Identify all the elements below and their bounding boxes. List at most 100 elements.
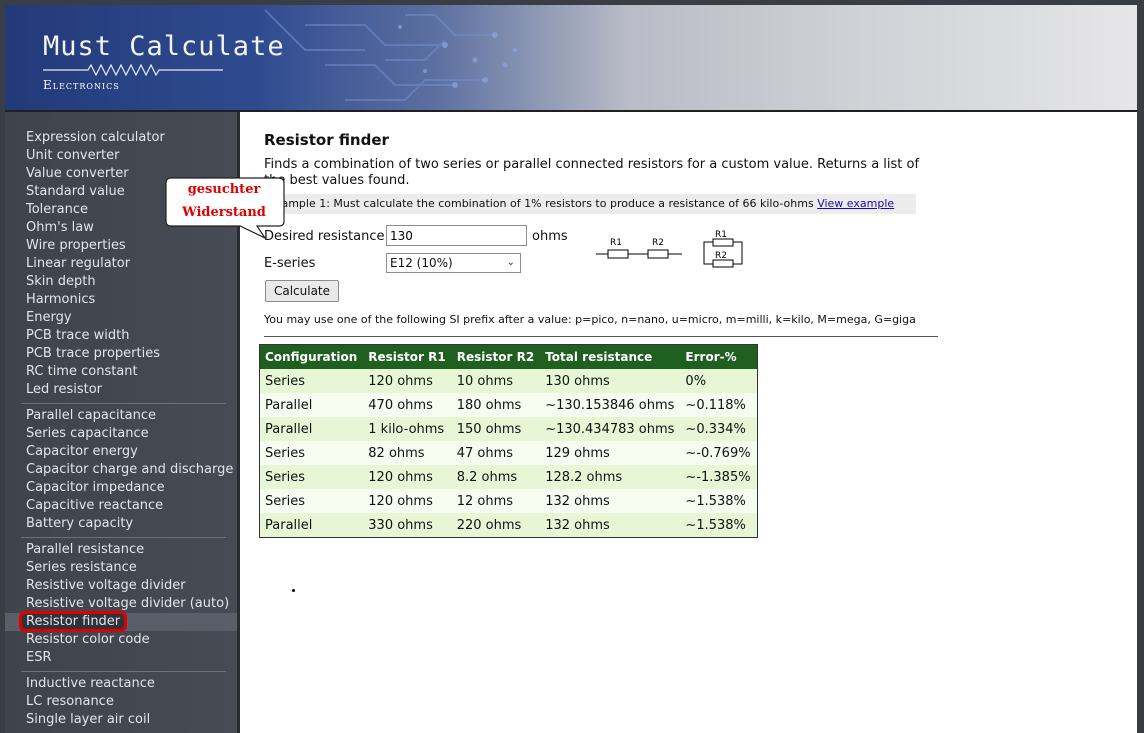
sidebar-item-capacitor-charge-discharge[interactable]: Capacitor charge and discharge — [5, 461, 237, 479]
sidebar-item-esr[interactable]: ESR — [5, 649, 237, 667]
example-bar: Example 1: Must calculate the combinatio… — [264, 194, 916, 214]
table-row: Series 120 ohms 12 ohms 132 ohms ~1.538% — [259, 489, 758, 513]
sidebar-item-resistor-color-code[interactable]: Resistor color code — [5, 631, 237, 649]
intro-text: Finds a combination of two series or par… — [264, 157, 920, 188]
nav-group-general: Expression calculator Unit converter Val… — [5, 129, 237, 399]
table-row: Parallel 1 kilo-ohms 150 ohms ~130.43478… — [259, 417, 758, 441]
nav-group-capacitance: Parallel capacitance Series capacitance … — [5, 407, 237, 533]
column-header: Resistor R2 — [451, 344, 541, 369]
table-cell: 120 ohms — [363, 369, 452, 393]
nav-divider — [21, 537, 226, 538]
eseries-selected-value: E12 (10%) — [390, 256, 453, 270]
table-cell: 130 ohms — [540, 369, 681, 393]
table-cell: ~0.334% — [680, 417, 758, 441]
site-header: Must Calculate Electronics — [5, 5, 1137, 112]
table-cell: 120 ohms — [363, 489, 452, 513]
sidebar-item-skin-depth[interactable]: Skin depth — [5, 273, 237, 291]
sidebar-item-battery-capacity[interactable]: Battery capacity — [5, 515, 237, 533]
table-cell: 330 ohms — [363, 513, 452, 538]
sidebar-item-resistive-voltage-divider-auto[interactable]: Resistive voltage divider (auto) — [5, 595, 237, 613]
table-row: Series 82 ohms 47 ohms 129 ohms ~-0.769% — [259, 441, 758, 465]
sidebar-item-series-resistance[interactable]: Series resistance — [5, 559, 237, 577]
table-cell: 12 ohms — [451, 489, 541, 513]
callout-line-2: Widerstand — [182, 205, 266, 220]
table-cell: 150 ohms — [451, 417, 541, 441]
sidebar-item-resistive-voltage-divider[interactable]: Resistive voltage divider — [5, 577, 237, 595]
table-header-row: Configuration Resistor R1 Resistor R2 To… — [259, 344, 758, 369]
sidebar-item-rc-time-constant[interactable]: RC time constant — [5, 363, 237, 381]
table-cell: 132 ohms — [540, 513, 681, 538]
table-cell: 10 ohms — [451, 369, 541, 393]
table-cell: ~130.434783 ohms — [540, 417, 681, 441]
table-row: Parallel 470 ohms 180 ohms ~130.153846 o… — [259, 393, 758, 417]
table-cell: ~130.153846 ohms — [540, 393, 681, 417]
parallel-circuit-diagram: R1 R2 — [703, 230, 743, 268]
sidebar-item-inductive-reactance[interactable]: Inductive reactance — [5, 675, 237, 693]
sidebar-item-expression-calculator[interactable]: Expression calculator — [5, 129, 237, 147]
table-row: Parallel 330 ohms 220 ohms 132 ohms ~1.5… — [259, 513, 758, 538]
sidebar-item-lc-resonance[interactable]: LC resonance — [5, 693, 237, 711]
table-cell: 132 ohms — [540, 489, 681, 513]
table-cell: 8.2 ohms — [451, 465, 541, 489]
desired-resistance-input[interactable] — [386, 225, 527, 246]
column-header: Total resistance — [540, 344, 681, 369]
table-cell: ~-1.385% — [680, 465, 758, 489]
sidebar-item-linear-regulator[interactable]: Linear regulator — [5, 255, 237, 273]
nav-group-inductance: Inductive reactance LC resonance Single … — [5, 675, 237, 729]
table-cell: 0% — [680, 369, 758, 393]
calculate-button[interactable]: Calculate — [265, 280, 339, 302]
sidebar-item-series-capacitance[interactable]: Series capacitance — [5, 425, 237, 443]
view-example-link[interactable]: View example — [817, 197, 894, 210]
column-header: Error-% — [680, 344, 758, 369]
sidebar-item-parallel-resistance[interactable]: Parallel resistance — [5, 541, 237, 559]
table-cell: 47 ohms — [451, 441, 541, 465]
table-cell: Parallel — [259, 513, 364, 538]
table-cell: 180 ohms — [451, 393, 541, 417]
table-cell: 129 ohms — [540, 441, 681, 465]
table-cell: 82 ohms — [363, 441, 452, 465]
annotation-callout: gesuchter Widerstand — [165, 176, 285, 240]
divider — [264, 336, 938, 337]
table-cell: 1 kilo-ohms — [363, 417, 452, 441]
eseries-select[interactable]: E12 (10%) ⌄ — [386, 253, 521, 273]
sidebar-item-resistor-finder[interactable]: Resistor finder — [5, 611, 237, 632]
callout-text: gesuchter Widerstand — [165, 178, 283, 224]
table-cell: ~1.538% — [680, 489, 758, 513]
sidebar-item-parallel-capacitance[interactable]: Parallel capacitance — [5, 407, 237, 425]
table-cell: Series — [259, 441, 364, 465]
sidebar-item-capacitor-energy[interactable]: Capacitor energy — [5, 443, 237, 461]
site-logo-title[interactable]: Must Calculate — [43, 31, 285, 62]
table-cell: 470 ohms — [363, 393, 452, 417]
chevron-down-icon: ⌄ — [506, 257, 515, 268]
series-r1-label: R1 — [610, 238, 622, 248]
sidebar-item-harmonics[interactable]: Harmonics — [5, 291, 237, 309]
sidebar-item-pcb-trace-width[interactable]: PCB trace width — [5, 327, 237, 345]
sidebar-item-label: Resistor finder — [18, 611, 128, 632]
series-circuit-diagram: R1 R2 — [596, 238, 682, 259]
sidebar-item-unit-converter[interactable]: Unit converter — [5, 147, 237, 165]
site-logo-subtitle: Electronics — [43, 78, 120, 92]
column-header: Resistor R1 — [363, 344, 452, 369]
table-cell: Parallel — [259, 417, 364, 441]
table-cell: Series — [259, 465, 364, 489]
table-cell: Parallel — [259, 393, 364, 417]
si-prefix-note: You may use one of the following SI pref… — [264, 313, 916, 326]
sidebar-item-energy[interactable]: Energy — [5, 309, 237, 327]
series-r2-label: R2 — [652, 238, 664, 248]
nav-divider — [21, 403, 226, 404]
nav-divider — [21, 671, 226, 672]
sidebar-item-capacitor-impedance[interactable]: Capacitor impedance — [5, 479, 237, 497]
sidebar-item-capacitive-reactance[interactable]: Capacitive reactance — [5, 497, 237, 515]
sidebar-item-single-layer-air-coil[interactable]: Single layer air coil — [5, 711, 237, 729]
nav-group-resistance: Parallel resistance Series resistance Re… — [5, 541, 237, 667]
column-header: Configuration — [259, 344, 364, 369]
table-cell: 120 ohms — [363, 465, 452, 489]
resistor-wave-icon — [43, 64, 223, 76]
example-text: Example 1: Must calculate the combinatio… — [268, 197, 814, 210]
table-cell: Series — [259, 369, 364, 393]
table-cell: Series — [259, 489, 364, 513]
table-row: Series 120 ohms 10 ohms 130 ohms 0% — [259, 369, 758, 393]
sidebar-item-led-resistor[interactable]: Led resistor — [5, 381, 237, 399]
table-cell: 220 ohms — [451, 513, 541, 538]
sidebar-item-pcb-trace-properties[interactable]: PCB trace properties — [5, 345, 237, 363]
